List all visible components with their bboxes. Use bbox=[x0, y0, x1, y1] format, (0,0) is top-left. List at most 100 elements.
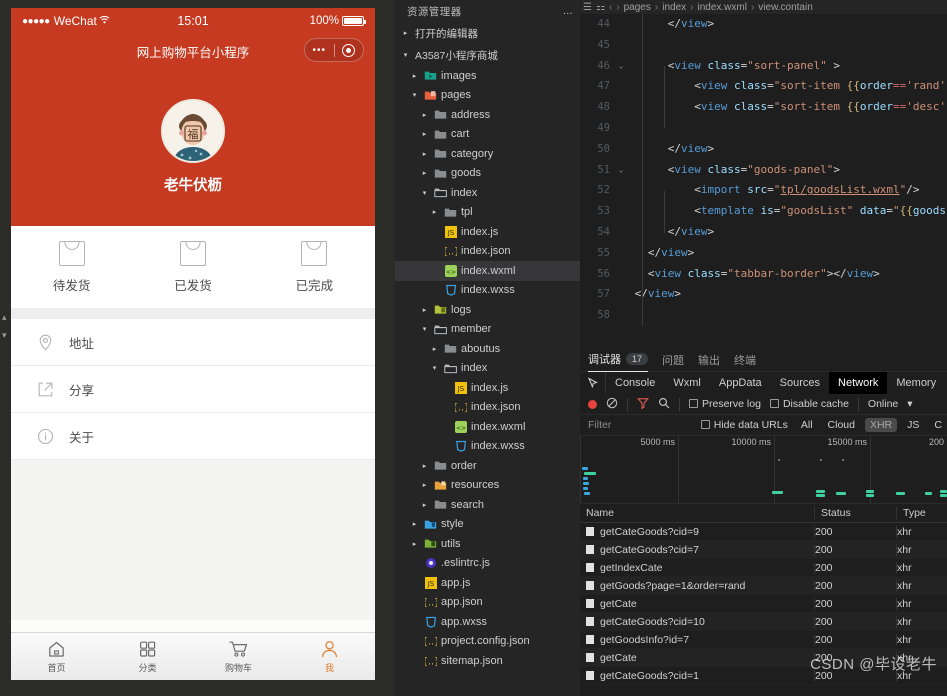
filter-input[interactable]: Filter bbox=[580, 419, 701, 431]
filter-funnel-icon[interactable] bbox=[636, 397, 650, 412]
breadcrumb-symbol[interactable]: view.contain bbox=[758, 2, 812, 13]
folder-item-index[interactable]: index bbox=[395, 183, 580, 203]
chevron-right-icon[interactable] bbox=[419, 481, 430, 489]
code-line[interactable]: 50 </view> bbox=[580, 139, 947, 160]
chevron-right-icon[interactable] bbox=[419, 501, 430, 509]
code-line[interactable]: 54 </view> bbox=[580, 222, 947, 243]
table-row[interactable]: getGoodsInfo?id=7 200 xhr bbox=[580, 631, 947, 649]
file-item-app-js[interactable]: JS app.js bbox=[395, 573, 580, 593]
table-row[interactable]: getCateGoods?cid=7 200 xhr bbox=[580, 541, 947, 559]
chevron-right-icon[interactable] bbox=[419, 306, 430, 314]
table-row[interactable]: getCateGoods?cid=9 200 xhr bbox=[580, 523, 947, 541]
chevron-down-icon[interactable] bbox=[419, 189, 430, 197]
filter-type-js[interactable]: JS bbox=[902, 418, 924, 432]
file-item-app-wxss[interactable]: app.wxss bbox=[395, 612, 580, 632]
code-line[interactable]: 44 </view> bbox=[580, 14, 947, 35]
chevron-right-icon[interactable] bbox=[429, 208, 440, 216]
chevron-down-icon[interactable] bbox=[429, 364, 440, 372]
table-row[interactable]: getCate 200 xhr bbox=[580, 595, 947, 613]
folder-item-search[interactable]: search bbox=[395, 495, 580, 515]
code-line[interactable]: 48 <view class="sort-item {{order=='desc… bbox=[580, 97, 947, 118]
table-row[interactable]: getGoods?page=1&order=rand 200 xhr bbox=[580, 577, 947, 595]
order-tab-completed[interactable]: 已完成 bbox=[254, 240, 375, 294]
folder-item-address[interactable]: address bbox=[395, 105, 580, 125]
nav-forward-icon[interactable]: › bbox=[616, 2, 619, 13]
chevron-right-icon[interactable] bbox=[400, 29, 411, 37]
folder-item-index[interactable]: index bbox=[395, 359, 580, 379]
chevron-down-icon[interactable] bbox=[400, 51, 411, 59]
chevron-right-icon[interactable] bbox=[419, 111, 430, 119]
bookmark-icon[interactable]: ⚏ bbox=[596, 2, 605, 13]
column-header-name[interactable]: Name bbox=[580, 507, 815, 519]
code-line[interactable]: 58 bbox=[580, 305, 947, 326]
tab-console[interactable]: Console bbox=[606, 372, 664, 394]
record-button-icon[interactable] bbox=[588, 399, 597, 409]
folder-item-member[interactable]: member bbox=[395, 320, 580, 340]
more-dots-icon[interactable]: ••• bbox=[305, 45, 334, 55]
checkbox-icon[interactable] bbox=[700, 420, 710, 429]
folder-item-aboutus[interactable]: aboutus bbox=[395, 339, 580, 359]
file-item-app-json[interactable]: {..} app.json bbox=[395, 593, 580, 613]
folder-item-utils[interactable]: utils bbox=[395, 534, 580, 554]
wechat-capsule-button[interactable]: ••• bbox=[304, 38, 364, 62]
folder-item-logs[interactable]: logs bbox=[395, 300, 580, 320]
filter-type-xhr[interactable]: XHR bbox=[864, 418, 898, 432]
chevron-right-icon[interactable] bbox=[429, 345, 440, 353]
code-line[interactable]: 52 <import src="tpl/goodsList.wxml"/> bbox=[580, 180, 947, 201]
code-line[interactable]: 49 bbox=[580, 118, 947, 139]
search-icon[interactable] bbox=[658, 397, 670, 412]
filter-type-cloud[interactable]: Cloud bbox=[823, 418, 860, 432]
tab-network[interactable]: Network bbox=[829, 372, 888, 394]
filter-type-all[interactable]: All bbox=[796, 418, 818, 432]
chevron-right-icon[interactable] bbox=[409, 540, 420, 548]
panel-tab-terminal[interactable]: 终端 bbox=[734, 352, 756, 368]
folder-item-images[interactable]: images bbox=[395, 66, 580, 86]
panel-tab-problems[interactable]: 问题 bbox=[662, 352, 684, 368]
file-item-sitemap-json[interactable]: {..} sitemap.json bbox=[395, 651, 580, 671]
file-item--eslintrc-js[interactable]: .eslintrc.js bbox=[395, 554, 580, 574]
code-area[interactable]: 44 </view> 45 46 ⌄ <view class="sort-panel"… bbox=[580, 14, 947, 326]
folder-item-category[interactable]: category bbox=[395, 144, 580, 164]
file-item-index-wxml[interactable]: <> index.wxml bbox=[395, 261, 580, 281]
folder-item-resources[interactable]: resources bbox=[395, 476, 580, 496]
throttling-select[interactable]: Online bbox=[868, 398, 898, 410]
breadcrumb-index[interactable]: index bbox=[662, 2, 686, 13]
resize-handle-down-icon[interactable]: ▾ bbox=[2, 330, 7, 341]
file-item-index-js[interactable]: JS index.js bbox=[395, 378, 580, 398]
chevron-down-icon[interactable] bbox=[409, 91, 420, 99]
menu-item-about[interactable]: 关于 bbox=[11, 413, 375, 460]
menu-icon[interactable]: ☰ bbox=[583, 2, 592, 13]
code-line[interactable]: 45 bbox=[580, 35, 947, 56]
tab-appdata[interactable]: AppData bbox=[710, 372, 771, 394]
tab-memory[interactable]: Memory bbox=[887, 372, 945, 394]
column-header-status[interactable]: Status bbox=[815, 507, 897, 519]
table-row[interactable]: getCate 200 xhr bbox=[580, 649, 947, 667]
column-header-type[interactable]: Type bbox=[897, 507, 947, 519]
hide-data-urls-checkbox[interactable]: Hide data URLs bbox=[700, 419, 796, 431]
chevron-right-icon[interactable] bbox=[419, 130, 430, 138]
tabbar-item-category[interactable]: 分类 bbox=[102, 640, 193, 674]
chevron-right-icon[interactable] bbox=[409, 72, 420, 80]
nav-back-icon[interactable]: ‹ bbox=[609, 2, 612, 13]
chevron-right-icon[interactable] bbox=[419, 462, 430, 470]
disable-cache-checkbox[interactable]: Disable cache bbox=[769, 398, 849, 410]
table-row[interactable]: getIndexCate 200 xhr bbox=[580, 559, 947, 577]
fold-chevron-icon[interactable]: ⌄ bbox=[614, 56, 628, 77]
order-tab-pending[interactable]: 待发货 bbox=[11, 240, 132, 294]
folder-item-order[interactable]: order bbox=[395, 456, 580, 476]
file-item-index-wxss[interactable]: index.wxss bbox=[395, 281, 580, 301]
fold-chevron-icon[interactable]: ⌄ bbox=[614, 160, 628, 181]
chevron-down-icon[interactable]: ▾ bbox=[907, 398, 912, 410]
folder-item-goods[interactable]: goods bbox=[395, 164, 580, 184]
checkbox-icon[interactable] bbox=[689, 399, 698, 408]
file-item-index-json[interactable]: {..} index.json bbox=[395, 242, 580, 262]
explorer-section-project[interactable]: A3587小程序商城 bbox=[395, 44, 580, 66]
tabbar-item-home[interactable]: 首页 bbox=[11, 640, 102, 674]
file-item-index-wxss[interactable]: index.wxss bbox=[395, 437, 580, 457]
code-line[interactable]: 56 <view class="tabbar-border"></view> bbox=[580, 264, 947, 285]
tab-wxml[interactable]: Wxml bbox=[664, 372, 710, 394]
filter-type-css[interactable]: C bbox=[929, 418, 947, 432]
file-item-project-config-json[interactable]: {..} project.config.json bbox=[395, 632, 580, 652]
explorer-section-open-editors[interactable]: 打开的编辑器 bbox=[395, 22, 580, 44]
code-line[interactable]: 55 </view> bbox=[580, 243, 947, 264]
